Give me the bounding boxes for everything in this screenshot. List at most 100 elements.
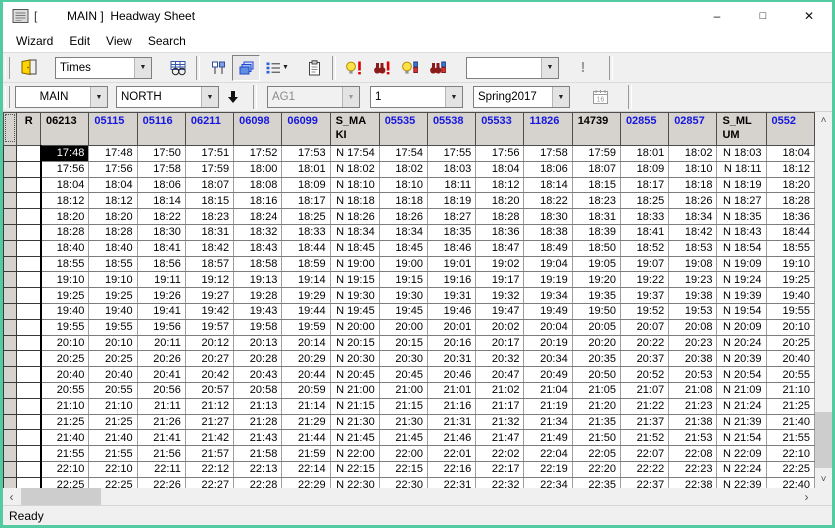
grid-cell[interactable]: 19:25 xyxy=(39,287,90,304)
chevron-down-icon[interactable]: ▼ xyxy=(201,87,218,107)
grid-cell[interactable]: 20:44 xyxy=(281,366,331,383)
grid-cell[interactable]: 17:48 xyxy=(88,145,138,162)
grid-cell[interactable]: 18:06 xyxy=(137,177,186,194)
row-selector[interactable] xyxy=(3,398,18,415)
grid-cell[interactable]: N 22:30 xyxy=(330,477,380,488)
grid-cell[interactable]: 20:25 xyxy=(88,350,138,368)
chevron-down-icon[interactable]: ▼ xyxy=(342,87,359,107)
grid-cell[interactable]: 19:17 xyxy=(475,271,525,289)
grid-cell[interactable]: 18:26 xyxy=(668,192,718,210)
toolbar-grip[interactable] xyxy=(5,56,10,79)
grid-cell[interactable]: 18:55 xyxy=(39,256,90,273)
clipboard-button[interactable] xyxy=(300,55,328,81)
grid-cell[interactable]: N 19:00 xyxy=(330,256,380,273)
grid-cell[interactable]: 20:20 xyxy=(572,335,621,352)
grid-cell[interactable]: 21:59 xyxy=(281,445,331,462)
grid-cell[interactable]: 22:01 xyxy=(427,445,477,462)
grid-cell[interactable]: 19:45 xyxy=(379,303,428,320)
grid-cell[interactable]: 22:20 xyxy=(572,461,621,478)
grid-cell[interactable]: 20:55 xyxy=(88,382,138,399)
column-header-05115[interactable]: 05115 xyxy=(88,112,138,146)
grid-cell[interactable]: 21:26 xyxy=(137,414,186,431)
grid-cell[interactable]: 19:07 xyxy=(620,256,670,273)
grid-cell[interactable]: N 22:24 xyxy=(716,461,767,478)
grid-browse-button[interactable] xyxy=(164,55,192,81)
grid-cell[interactable]: 19:53 xyxy=(668,303,718,320)
grid-cell[interactable]: 20:38 xyxy=(668,350,718,368)
grid-cell[interactable]: 18:07 xyxy=(572,161,621,178)
column-header-11826[interactable]: 11826 xyxy=(523,112,573,146)
grid-cell[interactable]: 20:28 xyxy=(233,350,283,368)
grid-cell[interactable]: 22:10 xyxy=(39,461,90,478)
find-levels-button[interactable] xyxy=(424,55,452,81)
column-header-02855[interactable]: 02855 xyxy=(619,112,670,146)
row-selector[interactable] xyxy=(3,161,18,178)
grid-cell[interactable]: N 21:00 xyxy=(330,382,380,399)
grid-cell[interactable]: 18:28 xyxy=(39,224,90,241)
grid-cell[interactable]: 21:47 xyxy=(475,429,525,447)
grid-cell[interactable]: 18:31 xyxy=(572,208,621,225)
menu-view[interactable]: View xyxy=(98,33,140,49)
grid-cell[interactable]: 21:22 xyxy=(620,398,670,415)
grid-cell[interactable]: 19:58 xyxy=(233,319,283,336)
grid-cell[interactable]: 19:55 xyxy=(39,319,90,336)
row-flag-cell[interactable] xyxy=(16,224,41,241)
grid-cell[interactable]: 21:35 xyxy=(572,414,621,431)
grid-cell[interactable]: 18:34 xyxy=(668,208,718,225)
grid-cell[interactable]: 22:25 xyxy=(39,477,90,488)
grid-cell[interactable]: 22:07 xyxy=(620,445,670,462)
row-selector[interactable] xyxy=(3,382,18,399)
grid-cell[interactable]: 18:03 xyxy=(427,161,477,178)
grid-cell[interactable]: N 20:54 xyxy=(716,366,767,383)
grid-cell[interactable]: 18:04 xyxy=(475,161,525,178)
grid-cell[interactable]: 18:17 xyxy=(620,177,670,194)
grid-cell[interactable]: 20:05 xyxy=(572,319,621,336)
grid-cell[interactable]: 20:02 xyxy=(475,319,525,336)
grid-cell[interactable]: 18:42 xyxy=(185,240,235,257)
grid-cell[interactable]: 20:01 xyxy=(427,319,477,336)
grid-cell[interactable]: 18:50 xyxy=(572,240,621,257)
grid-cell[interactable]: 18:12 xyxy=(766,161,815,178)
find-alert-button[interactable] xyxy=(368,55,396,81)
grid-cell[interactable]: 20:49 xyxy=(523,366,573,383)
grid-cell[interactable]: N 18:34 xyxy=(330,224,380,241)
grid-cell[interactable]: 22:13 xyxy=(233,461,283,478)
grid-cell[interactable]: 19:57 xyxy=(185,319,235,336)
row-selector[interactable] xyxy=(3,445,18,462)
row-flag-cell[interactable] xyxy=(16,414,41,431)
grid-cell[interactable]: 20:08 xyxy=(668,319,718,336)
close-button[interactable]: ✕ xyxy=(786,2,832,30)
menu-search[interactable]: Search xyxy=(140,33,194,49)
grid-cell[interactable]: 22:22 xyxy=(620,461,670,478)
grid-cell[interactable]: 21:55 xyxy=(766,429,815,447)
grid-cell[interactable]: 18:19 xyxy=(427,192,477,210)
grid-cell[interactable]: 22:04 xyxy=(523,445,573,462)
row-selector[interactable] xyxy=(3,145,18,162)
grid-cell[interactable]: 18:28 xyxy=(766,192,815,210)
grid-cell[interactable]: 20:52 xyxy=(620,366,670,383)
grid-cell[interactable]: 19:50 xyxy=(572,303,621,320)
grid-cell[interactable]: N 18:26 xyxy=(330,208,380,225)
grid-cell[interactable]: 19:15 xyxy=(379,271,428,289)
grid-cell[interactable]: 19:32 xyxy=(475,287,525,304)
grid-cell[interactable]: 20:50 xyxy=(572,366,621,383)
grid-cell[interactable]: 22:35 xyxy=(572,477,621,488)
grid-cell[interactable]: 21:01 xyxy=(427,382,477,399)
grid-cell[interactable]: 22:38 xyxy=(668,477,718,488)
grid-cell[interactable]: 21:00 xyxy=(379,382,428,399)
grid-cell[interactable]: 19:00 xyxy=(379,256,428,273)
grid-cell[interactable]: 20:23 xyxy=(668,335,718,352)
booking-value[interactable]: Spring2017 xyxy=(474,87,552,107)
grid-cell[interactable]: 21:19 xyxy=(523,398,573,415)
grid-cell[interactable]: 17:53 xyxy=(281,145,331,162)
grid-cell[interactable]: 22:29 xyxy=(281,477,331,488)
grid-cell[interactable]: 18:56 xyxy=(137,256,186,273)
grid-cell[interactable]: 21:55 xyxy=(88,445,138,462)
route-value[interactable]: MAIN xyxy=(16,87,90,107)
grid-cell[interactable]: 19:47 xyxy=(475,303,525,320)
grid-cell[interactable]: 18:39 xyxy=(572,224,621,241)
grid-cell[interactable]: 22:37 xyxy=(620,477,670,488)
grid-cell[interactable]: 20:25 xyxy=(39,350,90,368)
grid-cell[interactable]: 21:14 xyxy=(281,398,331,415)
grid-cell[interactable]: N 18:43 xyxy=(716,224,767,241)
